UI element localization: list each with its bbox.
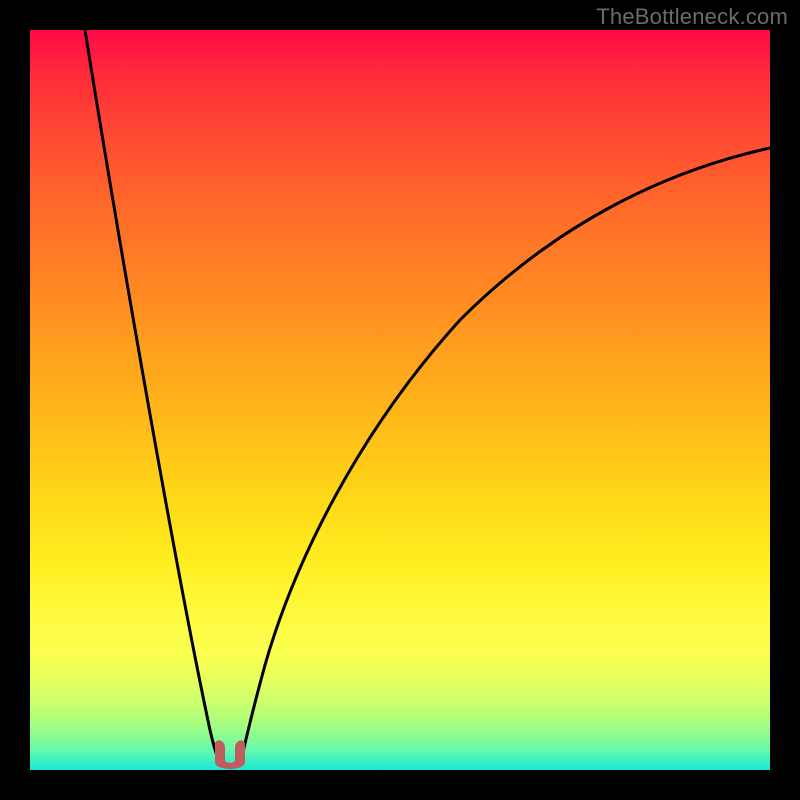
curve-right-path	[241, 148, 770, 761]
curve-left-path	[85, 30, 219, 761]
bottleneck-curve	[30, 30, 770, 770]
watermark-text: TheBottleneck.com	[596, 4, 788, 30]
chart-area	[30, 30, 770, 770]
valley-marker-icon	[216, 741, 244, 768]
